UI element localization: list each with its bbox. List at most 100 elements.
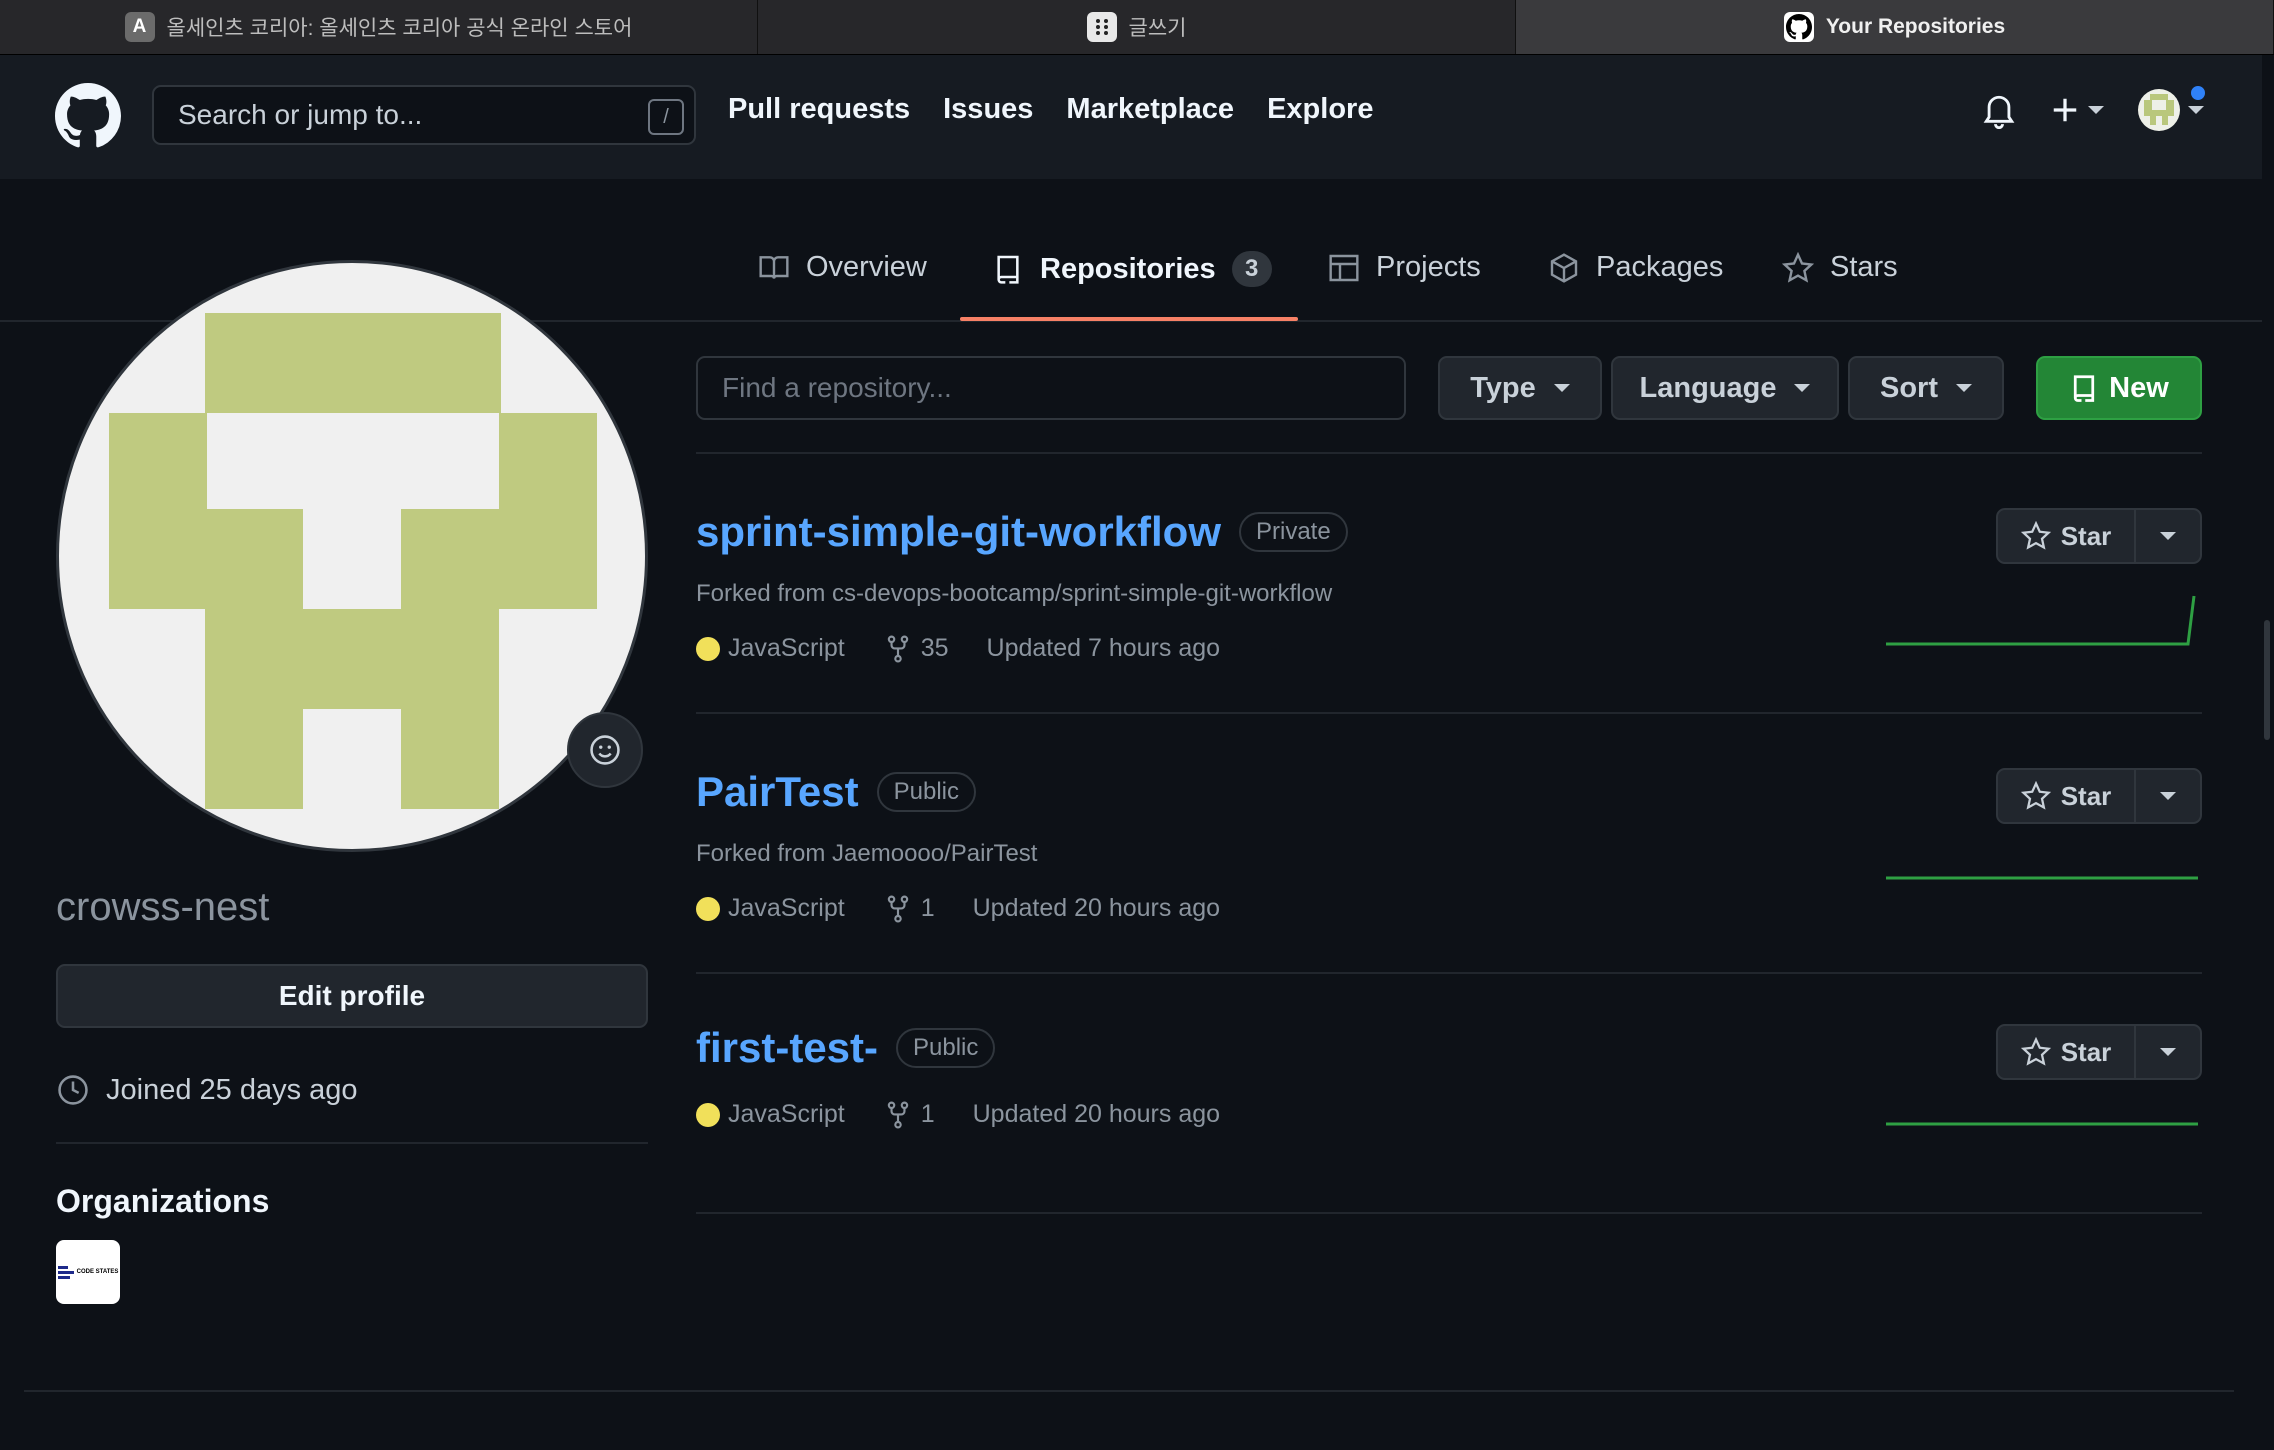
tab-label: Repositories	[1040, 252, 1216, 285]
sort-filter-button[interactable]: Sort	[1848, 356, 2004, 420]
browser-tab-allsaints[interactable]: A 올세인츠 코리아: 올세인츠 코리아 공식 온라인 스토어	[0, 0, 758, 54]
updated-text: Updated 20 hours ago	[972, 894, 1221, 922]
search-placeholder: Search or jump to...	[178, 99, 423, 130]
nav-issues[interactable]: Issues	[943, 93, 1033, 126]
chevron-down-icon	[2160, 1048, 2176, 1056]
tab-stars[interactable]: Stars	[1782, 251, 1898, 284]
chevron-down-icon	[2188, 106, 2204, 114]
active-tab-indicator	[960, 317, 1298, 321]
divider	[696, 712, 2202, 714]
activity-sparkline	[1886, 1122, 2198, 1126]
profile-avatar[interactable]	[56, 260, 648, 852]
forks-link[interactable]: 1	[885, 894, 935, 923]
language-color-dot	[696, 1102, 720, 1127]
find-repository-placeholder: Find a repository...	[722, 372, 952, 403]
star-list-dropdown[interactable]	[2136, 510, 2200, 562]
sort-filter-label: Sort	[1880, 371, 1938, 404]
language-label: JavaScript	[728, 894, 845, 922]
scrollbar-thumb[interactable]	[2264, 620, 2270, 740]
forks-link[interactable]: 35	[885, 634, 949, 663]
forks-count: 1	[920, 894, 935, 922]
allsaints-favicon-icon: A	[124, 12, 155, 42]
tab-projects[interactable]: Projects	[1328, 251, 1481, 284]
user-menu-dropdown[interactable]	[2138, 83, 2208, 131]
joined-info: Joined 25 days ago	[56, 1073, 358, 1107]
updated-text: Updated 7 hours ago	[986, 634, 1221, 662]
github-logo-icon[interactable]	[55, 83, 121, 149]
visibility-badge: Public	[896, 1028, 996, 1068]
divider	[56, 1142, 648, 1144]
chevron-down-icon	[2160, 792, 2176, 800]
nav-marketplace[interactable]: Marketplace	[1066, 93, 1234, 126]
tab-repositories[interactable]: Repositories 3	[992, 251, 1272, 287]
repo-item-sprint-simple-git-workflow: sprint-simple-git-workflow Private Forke…	[696, 508, 2202, 663]
language-filter-button[interactable]: Language	[1611, 356, 1839, 420]
language-label: JavaScript	[728, 1100, 845, 1128]
divider	[696, 1212, 2202, 1214]
header-nav: Pull requests Issues Marketplace Explore	[728, 93, 1373, 126]
org-logo-text: CODE STATES	[76, 1268, 119, 1275]
star-button-group: Star	[1996, 768, 2202, 824]
browser-tab-title: 올세인츠 코리아: 올세인츠 코리아 공식 온라인 스토어	[166, 17, 633, 40]
repo-icon	[2074, 375, 2095, 402]
new-repository-button[interactable]: New	[2036, 356, 2202, 420]
divider	[696, 452, 2202, 454]
notifications-bell-icon[interactable]	[1982, 91, 2016, 129]
star-icon	[2020, 781, 2051, 810]
org-codestates-logo[interactable]: CODE STATES	[56, 1240, 120, 1304]
activity-sparkline	[1886, 595, 2196, 646]
chevron-down-icon	[2088, 106, 2104, 114]
global-search-input[interactable]: Search or jump to... /	[152, 85, 696, 145]
chevron-down-icon	[1553, 384, 1570, 392]
star-list-dropdown[interactable]	[2136, 1026, 2200, 1078]
smiley-icon	[590, 735, 620, 765]
search-shortcut-key: /	[648, 99, 684, 135]
star-list-dropdown[interactable]	[2136, 770, 2200, 822]
fork-icon	[887, 895, 908, 922]
fork-icon	[887, 635, 908, 662]
repo-item-first-test: first-test- Public JavaScript 1 Updated …	[696, 1024, 2202, 1129]
browser-tab-your-repositories[interactable]: Your Repositories	[1516, 0, 2274, 54]
github-header: Search or jump to... / Pull requests Iss…	[0, 55, 2274, 179]
set-status-button[interactable]	[567, 712, 643, 788]
star-button[interactable]: Star	[1998, 770, 2136, 822]
star-button-group: Star	[1996, 1024, 2202, 1080]
repo-name-link[interactable]: sprint-simple-git-workflow	[696, 508, 1221, 556]
activity-sparkline	[1886, 876, 2198, 880]
star-icon	[2020, 1037, 2051, 1066]
forks-link[interactable]: 1	[885, 1100, 935, 1129]
divider	[696, 972, 2202, 974]
repo-name-link[interactable]: first-test-	[696, 1024, 878, 1072]
visibility-badge: Public	[876, 772, 977, 812]
star-icon	[2020, 521, 2051, 550]
clock-icon	[58, 1075, 88, 1105]
footer-divider	[24, 1390, 2234, 1392]
create-new-dropdown[interactable]	[2050, 95, 2104, 125]
chevron-down-icon	[2160, 532, 2176, 540]
star-button-group: Star	[1996, 508, 2202, 564]
joined-text: Joined 25 days ago	[106, 1073, 358, 1106]
book-icon	[759, 255, 789, 279]
organizations-heading: Organizations	[56, 1183, 270, 1219]
nav-pull-requests[interactable]: Pull requests	[728, 93, 910, 126]
star-button[interactable]: Star	[1998, 1026, 2136, 1078]
star-button[interactable]: Star	[1998, 510, 2136, 562]
profile-username: crowss-nest	[56, 885, 270, 929]
find-repository-input[interactable]: Find a repository...	[696, 356, 1406, 420]
edit-profile-button[interactable]: Edit profile	[56, 964, 648, 1028]
tab-label: Packages	[1596, 251, 1724, 283]
repo-name-link[interactable]: PairTest	[696, 768, 859, 816]
tab-label: Stars	[1830, 251, 1898, 283]
tab-packages[interactable]: Packages	[1548, 251, 1723, 284]
plus-icon	[2053, 98, 2077, 122]
language-label: JavaScript	[728, 634, 845, 662]
header-actions	[1982, 83, 2208, 131]
star-label: Star	[2060, 780, 2112, 811]
star-label: Star	[2060, 1036, 2112, 1067]
updated-text: Updated 20 hours ago	[972, 1100, 1221, 1128]
tab-overview[interactable]: Overview	[758, 251, 927, 284]
type-filter-button[interactable]: Type	[1438, 356, 1602, 420]
status-dot	[2188, 83, 2208, 103]
browser-tab-write[interactable]: 글쓰기	[758, 0, 1516, 54]
nav-explore[interactable]: Explore	[1267, 93, 1373, 126]
